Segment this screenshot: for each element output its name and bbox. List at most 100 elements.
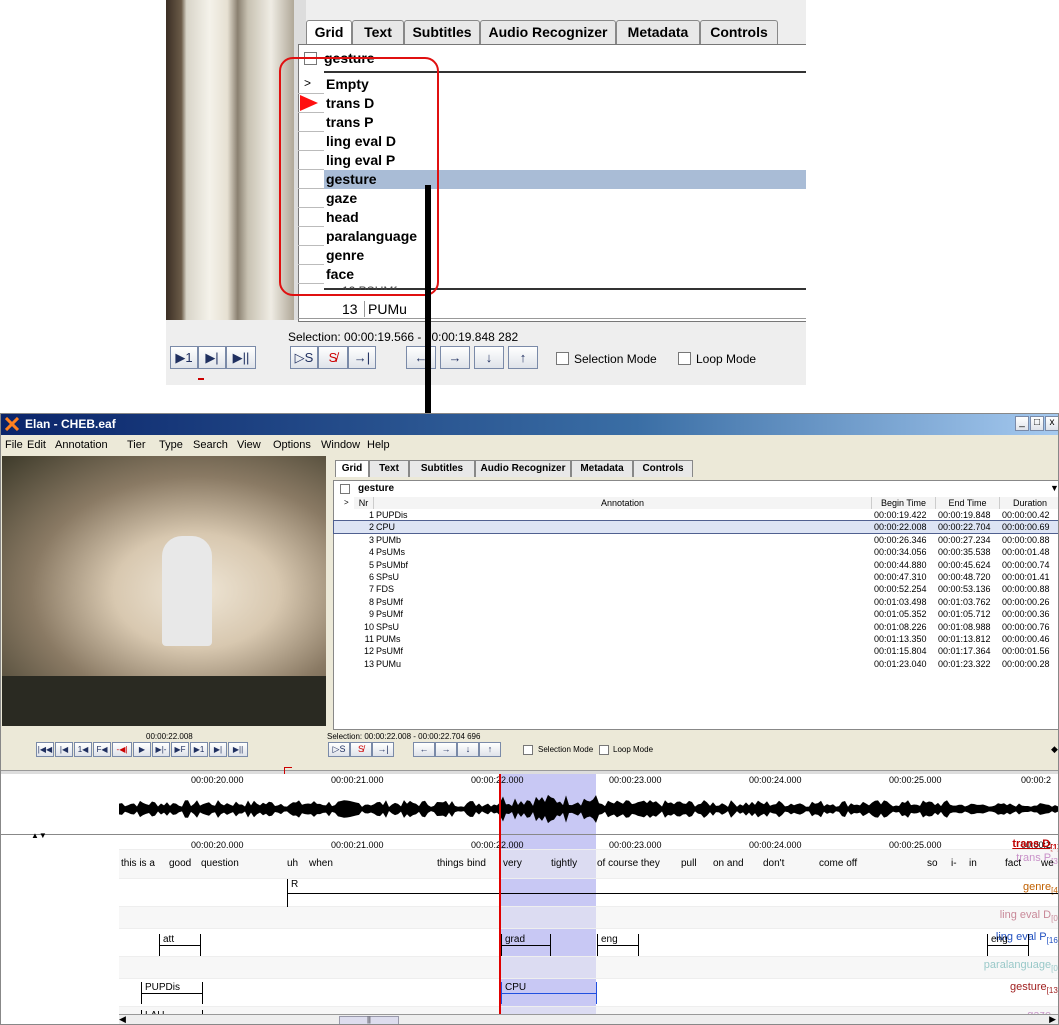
timeline-area[interactable]: 00:00:20.000 00:00:21.000 00:00:22.000 00:0… <box>1 774 1058 1024</box>
transcript-word[interactable]: bind <box>467 858 486 869</box>
player-button[interactable]: ▶ <box>133 742 151 757</box>
up-arrow-button[interactable]: ↑ <box>479 742 501 757</box>
tier-row[interactable] <box>119 907 1058 929</box>
ling-eval-p-annotation[interactable]: eng <box>987 934 1029 956</box>
ling-eval-p-annotation[interactable]: att <box>159 934 201 956</box>
horizontal-scrollbar[interactable]: ◀ || ▶ <box>119 1014 1058 1024</box>
menu-search[interactable]: Search <box>193 437 228 454</box>
transcript-word[interactable]: this is a <box>121 858 155 869</box>
tab-audio-recognizer[interactable]: Audio Recognizer <box>475 460 571 477</box>
table-row[interactable]: 7 FDS 00:00:52.254 00:00:53.136 00:00:00.88 <box>334 583 1058 595</box>
player-button[interactable]: ▶| <box>209 742 227 757</box>
table-row[interactable]: 5 PsUMbf 00:00:44.880 00:00:45.624 00:00:00.… <box>334 559 1058 571</box>
menu-type[interactable]: Type <box>159 437 183 454</box>
header-nr[interactable]: Nr <box>354 497 374 509</box>
resize-handle-icon[interactable]: ▲▼ <box>31 831 47 840</box>
loop-mode-checkbox[interactable] <box>599 745 609 755</box>
down-arrow-button[interactable]: ↓ <box>457 742 479 757</box>
table-row[interactable]: 10 SPsU 00:01:08.226 00:01:08.988 00:00:00.7… <box>334 621 1058 633</box>
player-button[interactable]: ▶|- <box>152 742 170 757</box>
down-arrow-button[interactable]: ↓ <box>474 346 504 369</box>
tier-row[interactable] <box>119 836 1058 850</box>
selection-to-boundary-button[interactable]: →| <box>372 742 394 757</box>
gesture-annotation[interactable]: PUPDis <box>141 982 203 1004</box>
header-duration[interactable]: Duration <box>1000 497 1058 509</box>
transcript-word[interactable]: fact <box>1005 858 1021 869</box>
table-row[interactable]: 4 PsUMs 00:00:34.056 00:00:35.538 00:00:01.4… <box>334 546 1058 558</box>
player-button[interactable]: -◀| <box>112 742 132 757</box>
maximize-button[interactable]: □ <box>1030 416 1044 431</box>
transcript-word[interactable]: so <box>927 858 938 869</box>
tab-audio-recognizer[interactable]: Audio Recognizer <box>480 20 616 44</box>
transcript-word[interactable]: when <box>309 858 333 869</box>
menu-window[interactable]: Window <box>321 437 360 454</box>
table-row[interactable]: 13 PUMu 00:01:23.040 00:01:23.322 00:00:00.2… <box>334 658 1058 670</box>
player-button[interactable]: ▶1 <box>190 742 208 757</box>
left-arrow-button[interactable]: ← <box>413 742 435 757</box>
tab-controls[interactable]: Controls <box>700 20 778 44</box>
tab-metadata[interactable]: Metadata <box>616 20 700 44</box>
transcript-word[interactable]: i- <box>951 858 957 869</box>
menu-file[interactable]: File <box>5 437 23 454</box>
transcript-word[interactable]: uh <box>287 858 298 869</box>
transcript-word[interactable]: don't <box>763 858 784 869</box>
tier-row[interactable] <box>119 929 1058 957</box>
player-button[interactable]: 1◀ <box>74 742 92 757</box>
transcript-word[interactable]: pull <box>681 858 697 869</box>
next-frame-button[interactable]: ▶1 <box>170 346 198 369</box>
scroll-right-icon[interactable]: ▶ <box>1049 1014 1056 1024</box>
header-begin-time[interactable]: Begin Time <box>872 497 936 509</box>
right-arrow-button[interactable]: → <box>435 742 457 757</box>
menu-tier[interactable]: Tier <box>127 437 146 454</box>
tier-selector-value[interactable]: gesture <box>358 483 394 494</box>
transcript-word[interactable]: things <box>437 858 464 869</box>
menu-edit[interactable]: Edit <box>27 437 46 454</box>
tab-metadata[interactable]: Metadata <box>571 460 633 477</box>
ling-eval-p-annotation[interactable]: grad <box>501 934 551 956</box>
transcript-word[interactable]: tightly <box>551 858 577 869</box>
transcript-word[interactable]: come off <box>819 858 857 869</box>
table-row[interactable]: 6 SPsU 00:00:47.310 00:00:48.720 00:00:01.41 <box>334 571 1058 583</box>
table-row[interactable]: 12 PsUMf 00:01:15.804 00:01:17.364 00:00:01.… <box>334 645 1058 657</box>
transcript-word[interactable]: very <box>503 858 522 869</box>
table-row[interactable]: 2 CPU 00:00:22.008 00:00:22.704 00:00:00.69 <box>333 520 1058 535</box>
player-button[interactable]: F◀ <box>93 742 111 757</box>
loop-mode-checkbox[interactable] <box>678 352 691 365</box>
table-row[interactable]: 3 PUMb 00:00:26.346 00:00:27.234 00:00:00.88 <box>334 534 1058 546</box>
tab-text[interactable]: Text <box>352 20 404 44</box>
tab-subtitles[interactable]: Subtitles <box>409 460 475 477</box>
menu-help[interactable]: Help <box>367 437 390 454</box>
play-selection-button[interactable]: ▷S <box>290 346 318 369</box>
play-selection-button[interactable]: ▷S <box>328 742 350 757</box>
go-to-last-button[interactable]: ▶|| <box>226 346 256 369</box>
transcript-word[interactable]: we <box>1041 858 1054 869</box>
rate-spinner-icon[interactable]: ◆ <box>1051 744 1058 755</box>
close-button[interactable]: x <box>1045 416 1058 431</box>
header-end-time[interactable]: End Time <box>936 497 1000 509</box>
tier-row[interactable] <box>119 957 1058 979</box>
player-button[interactable]: |◀◀ <box>36 742 54 757</box>
selection-mode-checkbox[interactable] <box>556 352 569 365</box>
tab-text[interactable]: Text <box>369 460 409 477</box>
go-to-end-button[interactable]: ▶| <box>198 346 226 369</box>
transcript-word[interactable]: in <box>969 858 977 869</box>
scroll-thumb[interactable]: || <box>339 1016 399 1024</box>
transcript-word[interactable]: good <box>169 858 191 869</box>
player-button[interactable]: ▶F <box>171 742 189 757</box>
transcript-word[interactable]: on and <box>713 858 744 869</box>
tier-row[interactable] <box>119 850 1058 879</box>
right-arrow-button[interactable]: → <box>440 346 470 369</box>
up-arrow-button[interactable]: ↑ <box>508 346 538 369</box>
minimize-button[interactable]: _ <box>1015 416 1029 431</box>
clear-selection-button[interactable]: S̸ <box>350 742 372 757</box>
left-arrow-button[interactable]: ← <box>406 346 436 369</box>
transcript-word[interactable]: of course they <box>597 858 660 869</box>
selection-to-boundary-button[interactable]: →| <box>348 346 376 369</box>
transcript-word[interactable]: question <box>201 858 239 869</box>
table-row[interactable]: 9 PsUMf 00:01:05.352 00:01:05.712 00:00:00.3… <box>334 608 1058 620</box>
tab-grid[interactable]: Grid <box>306 20 352 44</box>
menu-options[interactable]: Options <box>273 437 311 454</box>
table-row[interactable]: 1 PUPDis 00:00:19.422 00:00:19.848 00:00:00.… <box>334 509 1058 521</box>
header-annotation[interactable]: Annotation <box>374 497 872 509</box>
gesture-annotation[interactable]: CPU <box>501 982 597 1004</box>
